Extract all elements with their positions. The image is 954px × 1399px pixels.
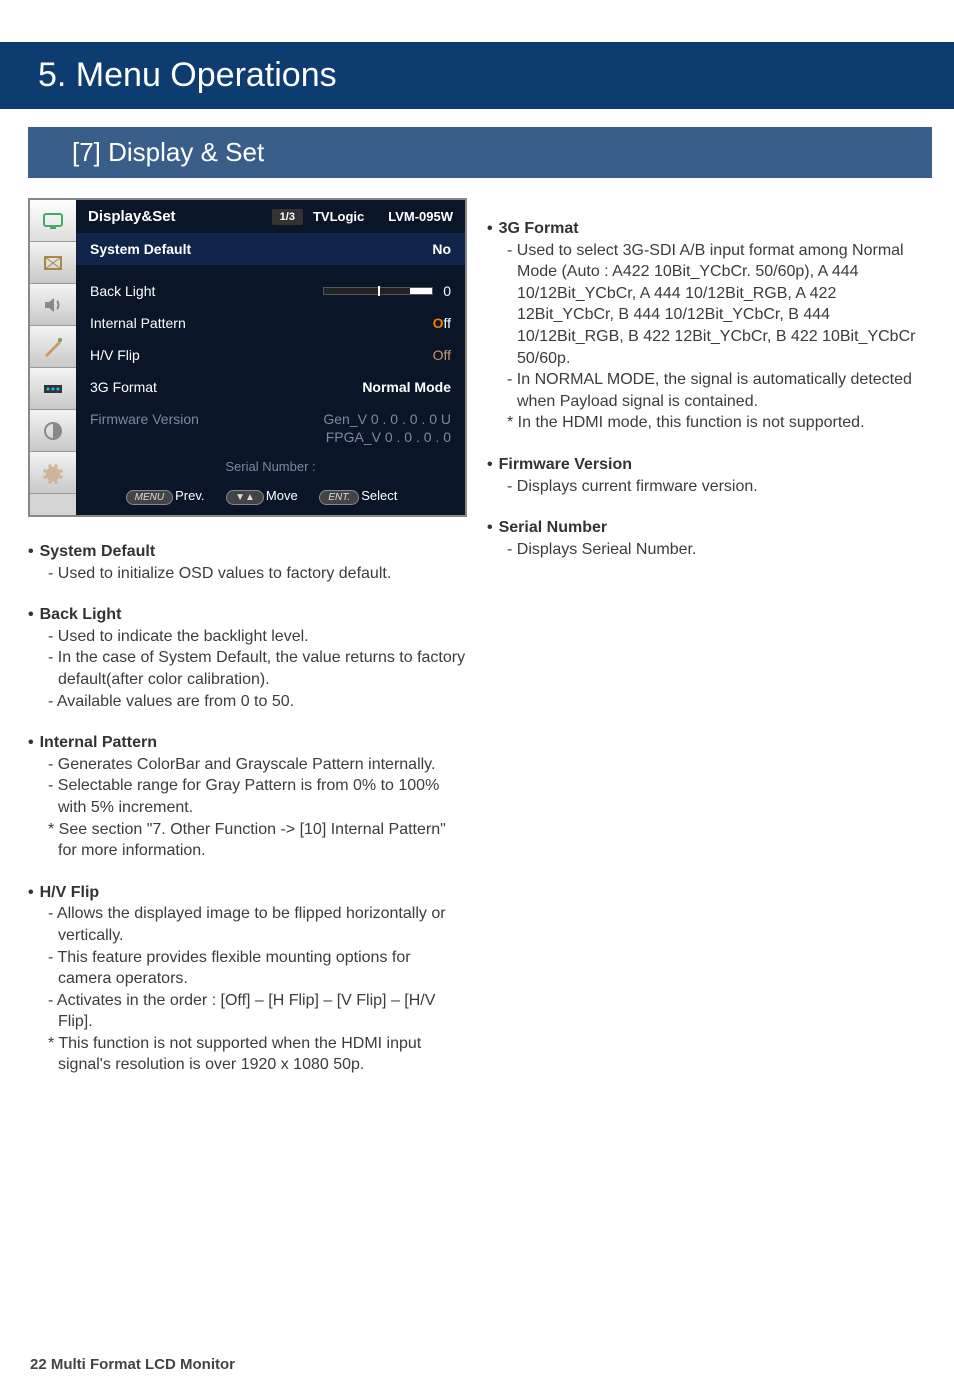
tab-luma-icon	[30, 410, 76, 452]
section-line: - In NORMAL MODE, the signal is automati…	[497, 369, 926, 412]
doc-section: •Serial Number- Displays Serieal Number.	[487, 517, 926, 560]
backlight-bar	[323, 287, 433, 295]
section-line: - Activates in the order : [Off] – [H Fl…	[38, 990, 467, 1033]
osd-brand: TVLogic	[313, 209, 364, 224]
section-line: - Used to select 3G-SDI A/B input format…	[497, 240, 926, 370]
section-line: - Used to initialize OSD values to facto…	[38, 563, 467, 585]
osd-serial-number: Serial Number :	[76, 453, 465, 480]
osd-row-firmware: Firmware Version Gen_V 0 . 0 . 0 . 0 U	[76, 403, 465, 429]
section-line: - In the case of System Default, the val…	[38, 647, 467, 690]
osd-label: H/V Flip	[90, 347, 433, 363]
arrows-button-hint: ▼▲	[226, 490, 264, 505]
section-line: - This feature provides flexible mountin…	[38, 947, 467, 990]
doc-section: •System Default- Used to initialize OSD …	[28, 541, 467, 584]
doc-section: •Back Light- Used to indicate the backli…	[28, 604, 467, 712]
section-heading: •Back Light	[28, 604, 467, 626]
osd-value: Normal Mode	[362, 379, 451, 395]
doc-section: •Firmware Version- Displays current firm…	[487, 454, 926, 497]
osd-row-3g-format: 3G Format Normal Mode	[76, 371, 465, 403]
tab-display-icon	[30, 200, 76, 242]
osd-row-firmware2: FPGA_V 0 . 0 . 0 . 0	[76, 429, 465, 453]
osd-model: LVM-095W	[388, 209, 453, 224]
enter-button-hint: ENT.	[319, 490, 359, 505]
osd-value: No	[432, 241, 451, 257]
doc-section: •H/V Flip- Allows the displayed image to…	[28, 882, 467, 1076]
osd-row-internal-pattern: Internal Pattern Off	[76, 307, 465, 339]
osd-label: Firmware Version	[90, 411, 323, 427]
section-heading: •System Default	[28, 541, 467, 563]
osd-value: FPGA_V 0 . 0 . 0 . 0	[326, 429, 451, 445]
osd-value: 0	[443, 283, 451, 299]
nav-label: Select	[361, 488, 397, 503]
tab-color-icon	[30, 326, 76, 368]
tab-gpi-icon	[30, 368, 76, 410]
section-heading: •Firmware Version	[487, 454, 926, 476]
section-line: - Available values are from 0 to 50.	[38, 691, 467, 713]
osd-screenshot: Display&Set 1/3 TVLogic LVM-095W System …	[28, 198, 467, 517]
page-footer: 22 Multi Format LCD Monitor	[30, 1356, 235, 1373]
section-heading: •Internal Pattern	[28, 732, 467, 754]
osd-row-backlight: Back Light 0	[76, 275, 465, 307]
section-heading: •H/V Flip	[28, 882, 467, 904]
osd-page: 1/3	[272, 209, 303, 225]
section-line: - Generates ColorBar and Grayscale Patte…	[38, 754, 467, 776]
section-banner: [7] Display & Set	[28, 127, 932, 178]
osd-value: Gen_V 0 . 0 . 0 . 0 U	[323, 411, 451, 427]
section-line: - Displays current firmware version.	[497, 476, 926, 498]
tab-system-icon	[30, 452, 76, 494]
section-line: - Used to indicate the backlight level.	[38, 626, 467, 648]
osd-label: 3G Format	[90, 379, 362, 395]
osd-header: Display&Set 1/3 TVLogic LVM-095W	[76, 200, 465, 233]
tab-audio-icon	[30, 284, 76, 326]
section-line: * This function is not supported when th…	[38, 1033, 467, 1076]
section-line: - Allows the displayed image to be flipp…	[38, 903, 467, 946]
chapter-banner: 5. Menu Operations	[0, 42, 954, 109]
osd-label: Internal Pattern	[90, 315, 433, 331]
doc-section: •3G Format- Used to select 3G-SDI A/B in…	[487, 218, 926, 434]
section-line: * In the HDMI mode, this function is not…	[497, 412, 926, 434]
osd-value: Off	[433, 315, 451, 331]
nav-label: Move	[266, 488, 298, 503]
section-line: - Selectable range for Gray Pattern is f…	[38, 775, 467, 818]
osd-nav-hints: MENUPrev. ▼▲Move ENT.Select	[76, 480, 465, 515]
osd-row-hv-flip: H/V Flip Off	[76, 339, 465, 371]
tab-marker-icon	[30, 242, 76, 284]
osd-label: System Default	[90, 241, 432, 257]
section-line: * See section "7. Other Function -> [10]…	[38, 819, 467, 862]
osd-title: Display&Set	[88, 208, 272, 225]
doc-section: •Internal Pattern- Generates ColorBar an…	[28, 732, 467, 862]
section-line: - Displays Serieal Number.	[497, 539, 926, 561]
osd-row-system-default: System Default No	[76, 233, 465, 265]
menu-button-hint: MENU	[126, 490, 173, 505]
osd-label: Back Light	[90, 283, 323, 299]
section-heading: •3G Format	[487, 218, 926, 240]
section-heading: •Serial Number	[487, 517, 926, 539]
nav-label: Prev.	[175, 488, 204, 503]
osd-value: Off	[433, 347, 451, 363]
